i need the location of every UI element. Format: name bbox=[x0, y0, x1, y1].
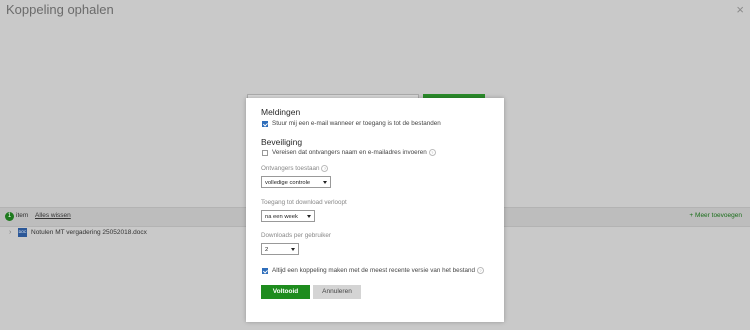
recipients-allowed-row: Ontvangers toestaan? bbox=[261, 165, 329, 173]
latest-version-row: Altijd een koppeling maken met de meest … bbox=[272, 267, 485, 275]
download-expiry-value: na een week bbox=[265, 213, 298, 220]
chevron-right-icon[interactable]: › bbox=[9, 229, 11, 236]
require-name-checkbox[interactable] bbox=[262, 150, 268, 156]
recipients-allowed-select[interactable]: volledige controle bbox=[261, 176, 331, 188]
downloads-per-user-label: Downloads per gebruiker bbox=[261, 232, 332, 239]
page-title: Koppeling ophalen bbox=[6, 2, 114, 17]
info-icon[interactable]: ? bbox=[321, 165, 329, 172]
email-notification-checkbox[interactable] bbox=[262, 121, 268, 127]
link-settings-dialog: Meldingen Stuur mij een e-mail wanneer e… bbox=[246, 98, 504, 322]
download-expiry-label: Toegang tot download verloopt bbox=[261, 199, 347, 206]
dropdown-arrow-icon bbox=[291, 248, 295, 251]
recipients-allowed-label: Ontvangers toestaan bbox=[261, 165, 320, 173]
add-more-link[interactable]: + Meer toevoegen bbox=[689, 212, 742, 219]
dropdown-arrow-icon bbox=[323, 181, 327, 184]
latest-version-label: Altijd een koppeling maken met de meest … bbox=[272, 267, 476, 275]
downloads-per-user-select[interactable]: 2 bbox=[261, 243, 299, 255]
recipients-allowed-value: volledige controle bbox=[265, 179, 311, 186]
item-count-label: item bbox=[16, 212, 29, 219]
word-document-icon: DOC bbox=[18, 228, 27, 237]
info-icon[interactable]: ? bbox=[428, 149, 436, 156]
info-icon[interactable]: ? bbox=[477, 267, 485, 274]
close-icon[interactable]: × bbox=[736, 2, 744, 17]
require-name-row: Vereisen dat ontvangers naam en e-mailad… bbox=[272, 149, 436, 156]
security-heading: Beveiliging bbox=[261, 137, 303, 147]
downloads-per-user-value: 2 bbox=[265, 246, 269, 253]
dropdown-arrow-icon bbox=[307, 215, 311, 218]
file-name: Notulen MT vergadering 25052018.docx bbox=[31, 229, 147, 236]
cancel-button[interactable]: Annuleren bbox=[313, 285, 361, 299]
latest-version-checkbox[interactable] bbox=[262, 268, 268, 274]
download-expiry-select[interactable]: na een week bbox=[261, 210, 315, 222]
require-name-label: Vereisen dat ontvangers naam en e-mailad… bbox=[272, 149, 427, 157]
clear-all-link[interactable]: Alles wissen bbox=[35, 212, 71, 219]
notifications-heading: Meldingen bbox=[261, 107, 301, 117]
item-count-badge: 1 bbox=[5, 212, 14, 221]
done-button[interactable]: Voltooid bbox=[261, 285, 310, 299]
email-notification-label: Stuur mij een e-mail wanneer er toegang … bbox=[272, 120, 441, 127]
